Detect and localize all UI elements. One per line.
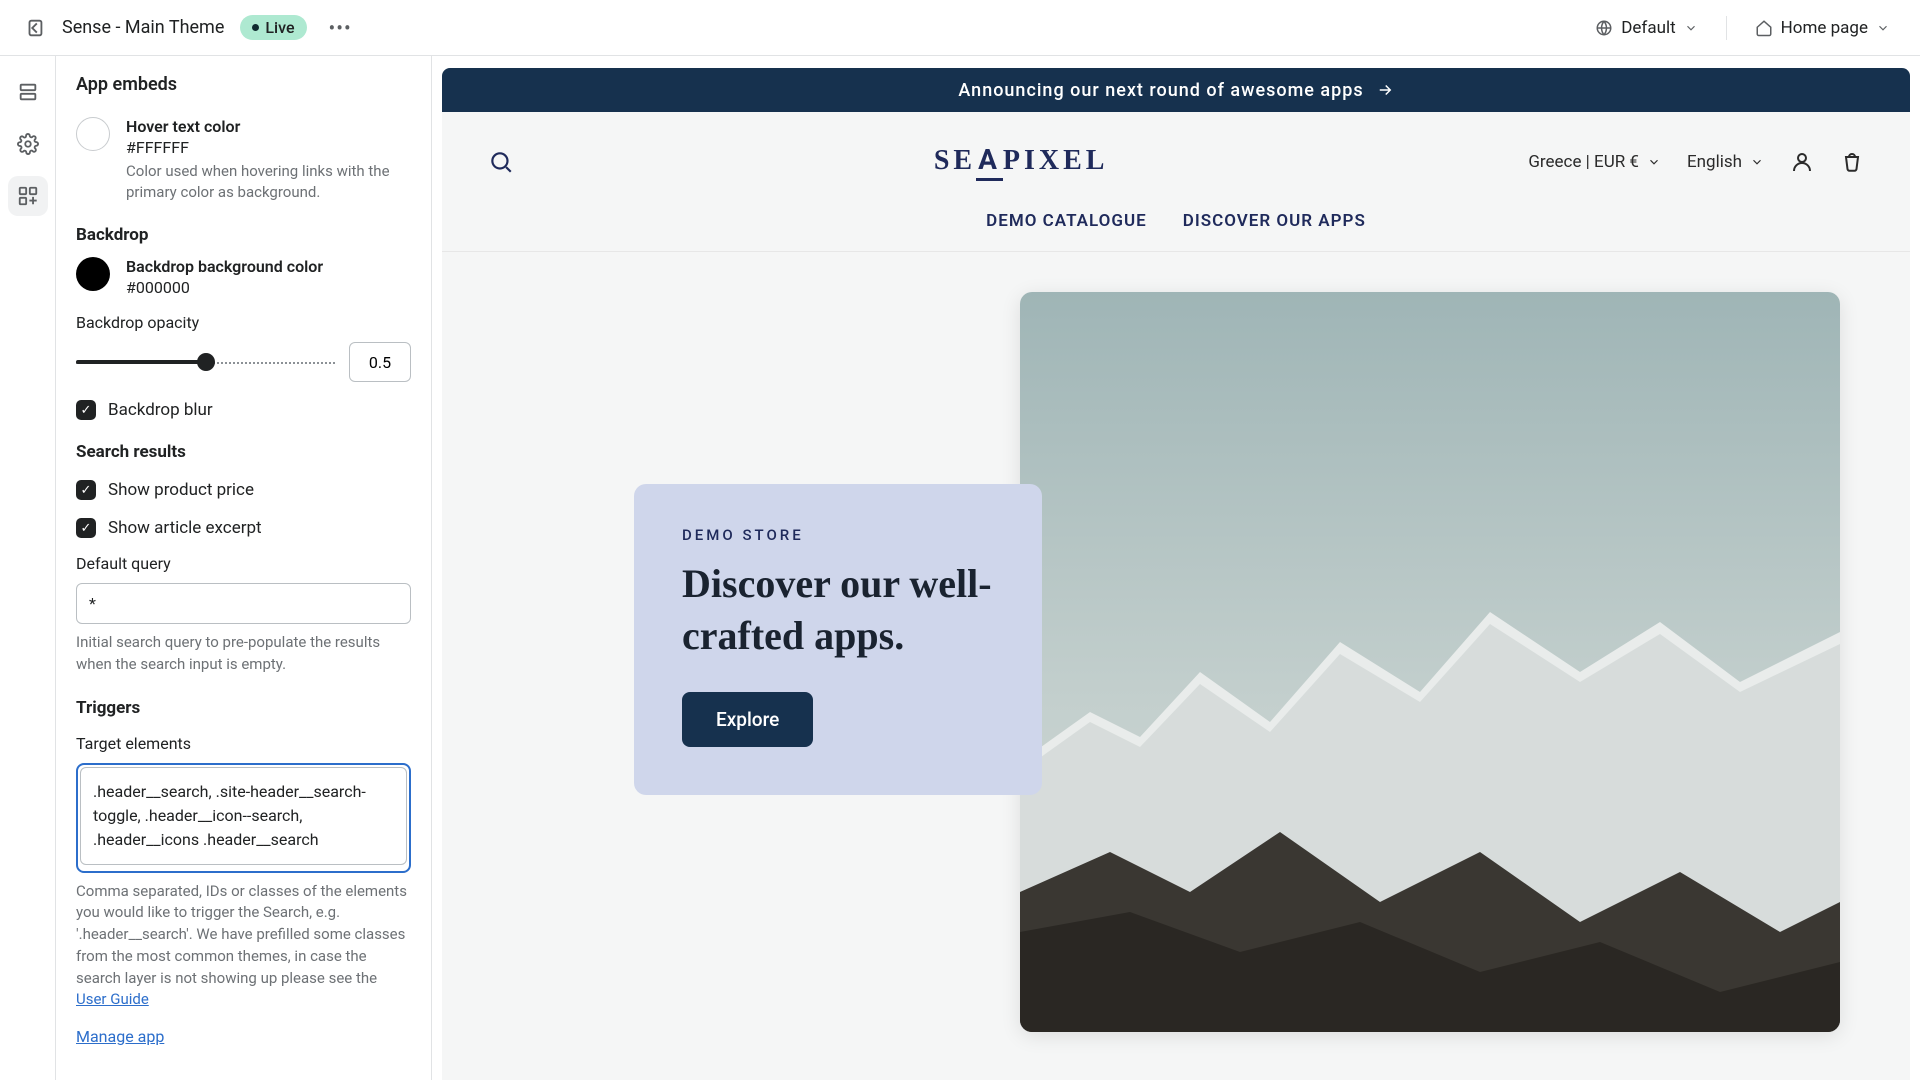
hero-image [1020, 292, 1840, 1032]
default-query-help: Initial search query to pre-populate the… [76, 632, 411, 676]
exit-icon[interactable] [24, 17, 46, 39]
chevron-down-icon [1750, 155, 1764, 169]
cart-icon[interactable] [1840, 150, 1864, 174]
show-price-checkbox[interactable]: ✓ [76, 480, 96, 500]
show-excerpt-checkbox[interactable]: ✓ [76, 518, 96, 538]
target-elements-textarea[interactable] [80, 767, 407, 865]
rail-settings-icon[interactable] [8, 124, 48, 164]
nav-discover-apps[interactable]: DISCOVER OUR APPS [1183, 211, 1366, 231]
manage-app-link[interactable]: Manage app [76, 1027, 164, 1046]
hover-color-swatch[interactable] [76, 117, 110, 151]
chevron-down-icon [1684, 21, 1698, 35]
target-elements-label: Target elements [76, 734, 411, 753]
rail-app-embeds-icon[interactable] [8, 176, 48, 216]
backdrop-blur-checkbox[interactable]: ✓ [76, 400, 96, 420]
triggers-heading: Triggers [76, 698, 411, 718]
default-query-label: Default query [76, 554, 411, 573]
left-icon-rail [0, 56, 56, 1080]
search-icon[interactable] [488, 149, 514, 175]
live-badge: Live [240, 15, 306, 40]
page-select[interactable]: Home page [1749, 12, 1896, 44]
account-icon[interactable] [1790, 150, 1814, 174]
nav-demo-catalogue[interactable]: DEMO CATALOGUE [986, 211, 1147, 231]
hero-cta-button[interactable]: Explore [682, 692, 813, 747]
theme-name: Sense - Main Theme [62, 17, 224, 38]
home-icon [1755, 19, 1773, 37]
backdrop-heading: Backdrop [76, 225, 411, 245]
hero-section: DEMO STORE Discover our well-crafted app… [442, 252, 1910, 332]
globe-icon [1595, 19, 1613, 37]
opacity-value-input[interactable] [349, 342, 411, 382]
region-select[interactable]: Greece | EUR € [1528, 152, 1661, 172]
rail-sections-icon[interactable] [8, 72, 48, 112]
announcement-bar[interactable]: Announcing our next round of awesome app… [442, 68, 1910, 112]
arrow-right-icon [1376, 81, 1394, 99]
backdrop-color-row[interactable]: Backdrop background color #000000 [76, 257, 411, 297]
hover-color-row[interactable]: Hover text color #FFFFFF Color used when… [76, 117, 411, 203]
opacity-label: Backdrop opacity [76, 313, 411, 332]
language-select[interactable]: English [1687, 152, 1764, 172]
brand-logo[interactable]: SEAPIXEL [514, 143, 1528, 181]
chevron-down-icon [1876, 21, 1890, 35]
hero-card: DEMO STORE Discover our well-crafted app… [634, 484, 1042, 795]
hero-eyebrow: DEMO STORE [682, 526, 994, 544]
hero-title: Discover our well-crafted apps. [682, 558, 994, 662]
editor-topbar: Sense - Main Theme Live ••• Default Home… [0, 0, 1920, 56]
sidebar-title: App embeds [56, 56, 431, 105]
preview-area: Announcing our next round of awesome app… [432, 56, 1920, 1080]
opacity-slider[interactable] [76, 360, 335, 364]
target-elements-help: Comma separated, IDs or classes of the e… [76, 881, 411, 1012]
more-menu-icon[interactable]: ••• [323, 12, 358, 44]
default-query-input[interactable] [76, 583, 411, 624]
search-results-heading: Search results [76, 442, 411, 462]
chevron-down-icon [1647, 155, 1661, 169]
settings-sidebar: App embeds Hover text color #FFFFFF Colo… [56, 56, 432, 1080]
device-preview-select[interactable]: Default [1589, 12, 1703, 44]
site-header: SEAPIXEL Greece | EUR € English DEMO CAT… [442, 112, 1910, 252]
backdrop-color-swatch[interactable] [76, 257, 110, 291]
preview-frame: Announcing our next round of awesome app… [442, 68, 1910, 1080]
user-guide-link[interactable]: User Guide [76, 990, 149, 1008]
